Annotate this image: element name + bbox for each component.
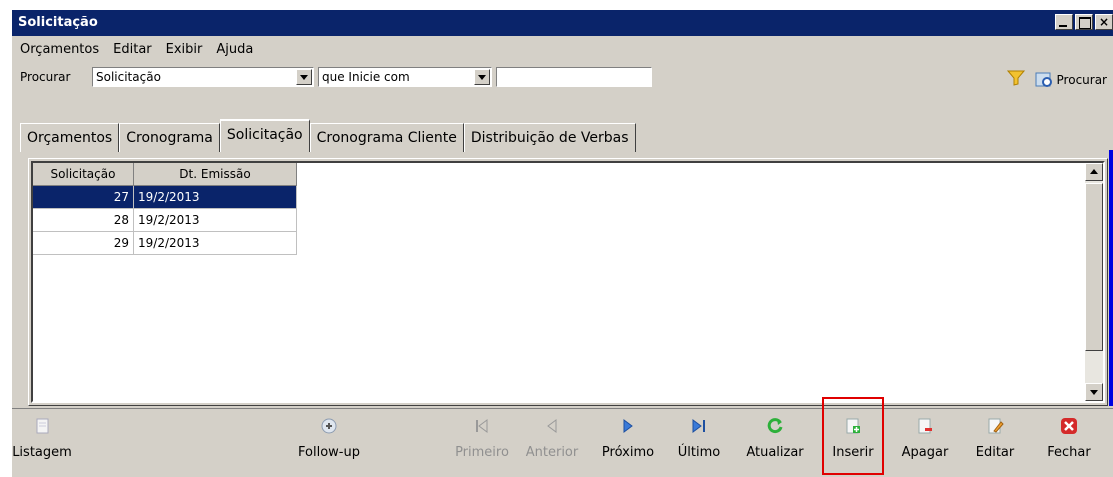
anterior-label: Anterior bbox=[525, 445, 579, 460]
search-button-label: Procurar bbox=[1056, 72, 1107, 87]
apagar-button[interactable]: Apagar bbox=[898, 417, 952, 471]
listagem-label: Listagem bbox=[12, 445, 72, 460]
search-icon bbox=[1035, 72, 1052, 87]
chevron-down-icon[interactable] bbox=[296, 69, 312, 85]
cell-solicitacao: 27 bbox=[33, 185, 134, 209]
side-accent-bar bbox=[1109, 150, 1113, 406]
cell-solicitacao: 28 bbox=[33, 208, 134, 232]
window-title: Solicitação bbox=[18, 15, 98, 30]
ultimo-button[interactable]: Último bbox=[672, 417, 726, 471]
data-grid[interactable]: Solicitação Dt. Emissão 27 19/2/2013 28 … bbox=[31, 161, 1105, 403]
anterior-button[interactable]: Anterior bbox=[524, 417, 580, 471]
listagem-button[interactable]: Listagem bbox=[12, 417, 72, 471]
search-label: Procurar bbox=[20, 70, 71, 84]
delete-document-icon bbox=[916, 417, 934, 435]
atualizar-label: Atualizar bbox=[746, 445, 804, 460]
scroll-up-button[interactable] bbox=[1085, 163, 1103, 181]
close-icon bbox=[1060, 417, 1078, 435]
followup-button[interactable]: Follow-up bbox=[294, 417, 364, 471]
table-row[interactable]: 29 19/2/2013 bbox=[33, 231, 297, 255]
fechar-button[interactable]: Fechar bbox=[1042, 417, 1096, 471]
primeiro-button[interactable]: Primeiro bbox=[452, 417, 512, 471]
scroll-down-button[interactable] bbox=[1085, 383, 1103, 401]
tab-solicitacao[interactable]: Solicitação bbox=[219, 119, 310, 152]
minimize-button[interactable] bbox=[1055, 14, 1073, 30]
followup-icon bbox=[320, 417, 338, 435]
cell-dt-emissao: 19/2/2013 bbox=[133, 185, 297, 209]
search-field-value: Solicitação bbox=[96, 70, 161, 84]
document-icon bbox=[33, 417, 51, 435]
fechar-label: Fechar bbox=[1047, 445, 1091, 460]
close-button[interactable]: × bbox=[1095, 14, 1113, 30]
edit-document-icon bbox=[986, 417, 1004, 435]
menu-bar: Orçamentos Editar Exibir Ajuda bbox=[12, 38, 1113, 60]
filter-icon[interactable] bbox=[1006, 70, 1025, 89]
maximize-button[interactable] bbox=[1075, 14, 1093, 30]
first-record-icon bbox=[473, 417, 491, 435]
tab-panel: Solicitação Dt. Emissão 27 19/2/2013 28 … bbox=[28, 158, 1108, 406]
editar-label: Editar bbox=[975, 445, 1015, 460]
tab-cronograma[interactable]: Cronograma bbox=[119, 123, 220, 152]
tab-cronograma-cliente[interactable]: Cronograma Cliente bbox=[309, 123, 464, 152]
menu-editar[interactable]: Editar bbox=[113, 42, 152, 57]
search-bar: Procurar Solicitação que Inicie com Proc… bbox=[12, 64, 1113, 94]
column-header-solicitacao[interactable]: Solicitação bbox=[33, 163, 134, 186]
proximo-button[interactable]: Próximo bbox=[598, 417, 658, 471]
bottom-toolbar: Listagem Follow-up Primeiro Anterior Pró… bbox=[12, 408, 1113, 473]
menu-exibir[interactable]: Exibir bbox=[166, 42, 203, 57]
refresh-icon bbox=[766, 417, 784, 435]
primeiro-label: Primeiro bbox=[455, 445, 509, 460]
search-mode-value: que Inicie com bbox=[322, 70, 410, 84]
cell-solicitacao: 29 bbox=[33, 231, 134, 255]
atualizar-button[interactable]: Atualizar bbox=[742, 417, 808, 471]
search-button[interactable]: Procurar bbox=[1035, 72, 1107, 88]
column-header-dt-emissao[interactable]: Dt. Emissão bbox=[133, 163, 297, 186]
main-window: Solicitação × Orçamentos Editar Exibir A… bbox=[10, 8, 1113, 477]
tab-strip: Orçamentos Cronograma Solicitação Cronog… bbox=[20, 119, 636, 152]
solicitacao-table: Solicitação Dt. Emissão 27 19/2/2013 28 … bbox=[33, 163, 297, 255]
proximo-label: Próximo bbox=[601, 445, 655, 460]
search-input[interactable] bbox=[496, 67, 652, 87]
vertical-scrollbar[interactable] bbox=[1085, 163, 1103, 401]
window-controls: × bbox=[1055, 14, 1113, 30]
table-row[interactable]: 27 19/2/2013 bbox=[33, 185, 297, 209]
cell-dt-emissao: 19/2/2013 bbox=[133, 231, 297, 255]
table-row[interactable]: 28 19/2/2013 bbox=[33, 208, 297, 232]
tab-distribuicao-verbas[interactable]: Distribuição de Verbas bbox=[463, 123, 636, 152]
scroll-thumb[interactable] bbox=[1085, 183, 1103, 351]
title-bar: Solicitação × bbox=[12, 10, 1113, 36]
followup-label: Follow-up bbox=[298, 445, 360, 460]
cell-dt-emissao: 19/2/2013 bbox=[133, 208, 297, 232]
search-mode-select[interactable]: que Inicie com bbox=[318, 67, 492, 87]
tab-orcamentos[interactable]: Orçamentos bbox=[20, 123, 120, 152]
search-actions: Procurar bbox=[1006, 70, 1107, 89]
editar-button[interactable]: Editar bbox=[970, 417, 1020, 471]
apagar-label: Apagar bbox=[901, 445, 949, 460]
previous-record-icon bbox=[543, 417, 561, 435]
inserir-highlight-box bbox=[822, 397, 884, 475]
menu-orcamentos[interactable]: Orçamentos bbox=[20, 42, 99, 57]
ultimo-label: Último bbox=[677, 445, 721, 460]
last-record-icon bbox=[690, 417, 708, 435]
search-field-select[interactable]: Solicitação bbox=[92, 67, 314, 87]
chevron-down-icon[interactable] bbox=[474, 69, 490, 85]
menu-ajuda[interactable]: Ajuda bbox=[216, 42, 253, 57]
next-record-icon bbox=[619, 417, 637, 435]
